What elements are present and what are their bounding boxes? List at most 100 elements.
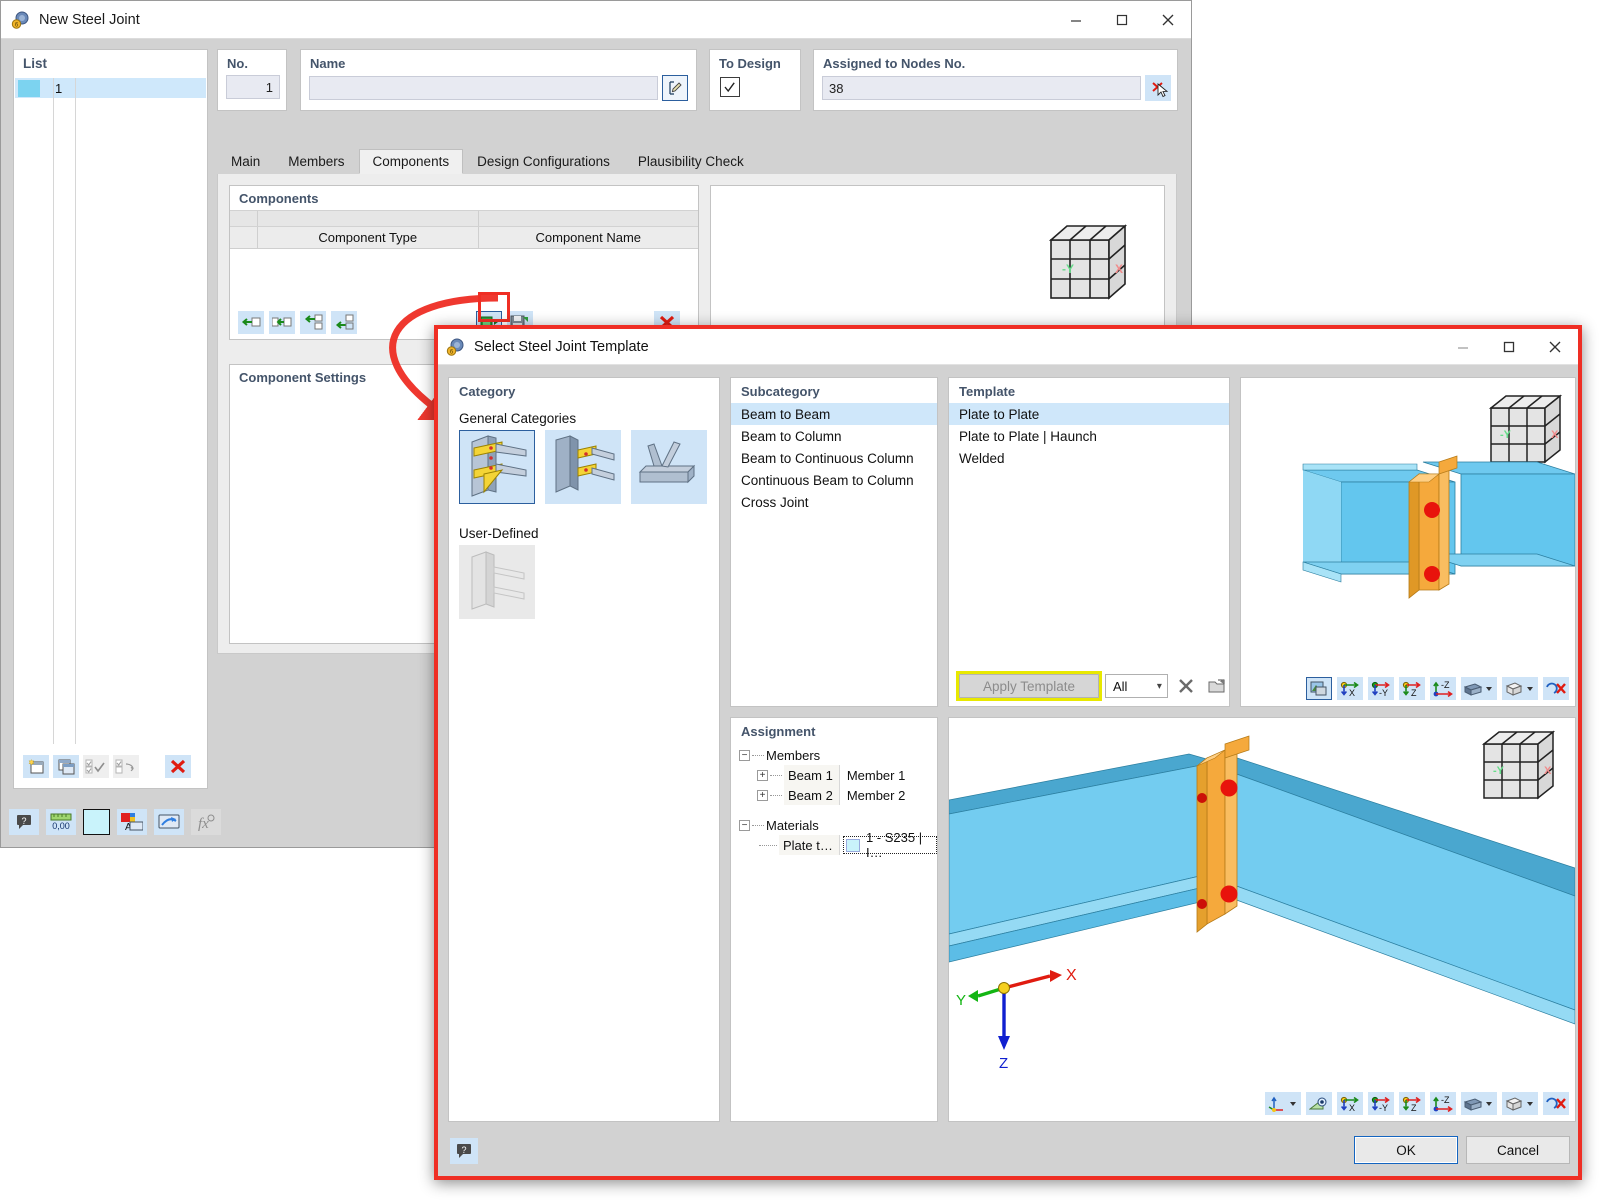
wireframe-icon[interactable]: [1502, 1092, 1538, 1115]
category-thumb-user-defined[interactable]: [459, 545, 535, 619]
wireframe-icon[interactable]: [1502, 677, 1538, 700]
ok-button[interactable]: OK: [1354, 1136, 1458, 1164]
move-down-left-icon[interactable]: [331, 311, 357, 334]
tab-components[interactable]: Components: [359, 149, 464, 174]
expander-icon[interactable]: +: [757, 790, 768, 801]
view-neg-y-icon[interactable]: -Y: [1368, 1092, 1394, 1115]
tree-row-key: Beam 2: [784, 785, 839, 805]
view-z-icon[interactable]: Z: [1399, 1092, 1425, 1115]
dialog-close-button[interactable]: [1532, 329, 1578, 365]
to-design-checkbox[interactable]: [720, 77, 740, 97]
edit-name-icon[interactable]: [662, 75, 688, 101]
template-item-plate-to-plate[interactable]: Plate to Plate: [949, 403, 1229, 425]
expander-icon[interactable]: −: [739, 750, 750, 761]
subcategory-list: Beam to Beam Beam to Column Beam to Cont…: [731, 403, 937, 513]
invert-check-icon[interactable]: [113, 755, 139, 778]
subcategory-item-beam-to-beam[interactable]: Beam to Beam: [731, 403, 937, 425]
formula-icon[interactable]: fx: [191, 809, 221, 835]
dialog-minimize-button[interactable]: [1440, 329, 1486, 365]
svg-text:X: X: [1066, 967, 1077, 984]
tree-row-plate-material[interactable]: Plate t… 1 - S235 | I…: [731, 835, 937, 855]
move-up-left-icon[interactable]: [300, 311, 326, 334]
material-label: 1 - S235 | I…: [866, 830, 932, 860]
delete-template-icon[interactable]: [1174, 674, 1199, 698]
no-input[interactable]: 1: [226, 75, 280, 99]
move-left-icon[interactable]: [238, 311, 264, 334]
category-thumb-frame-joint[interactable]: [459, 430, 535, 504]
joint-preview-3d[interactable]: -Y X: [948, 717, 1576, 1122]
subcategory-item-cross-joint[interactable]: Cross Joint: [731, 491, 937, 513]
expander-icon[interactable]: +: [757, 770, 768, 781]
components-table-body[interactable]: [230, 249, 698, 309]
view-neg-z-icon[interactable]: -Z: [1430, 677, 1456, 700]
chevron-down-icon: ▾: [1157, 681, 1162, 692]
expander-icon[interactable]: −: [739, 820, 750, 831]
clear-selection-icon[interactable]: [1543, 677, 1569, 700]
template-label: Template: [949, 378, 1229, 403]
tab-main[interactable]: Main: [217, 149, 274, 174]
material-chip[interactable]: 1 - S235 | I…: [843, 836, 937, 854]
display-properties-icon[interactable]: [154, 809, 184, 835]
view-x-icon[interactable]: X: [1337, 1092, 1363, 1115]
render-mode-icon[interactable]: [1306, 677, 1332, 700]
material-color-swatch: [846, 839, 860, 852]
tab-members[interactable]: Members: [274, 149, 358, 174]
shading-icon[interactable]: [1461, 1092, 1497, 1115]
color-swatch-icon[interactable]: [83, 809, 110, 835]
tree-row-value-cell[interactable]: 1 - S235 | I…: [839, 835, 937, 855]
subcategory-label: Subcategory: [731, 378, 937, 403]
components-table-bandrow: [230, 210, 698, 227]
help-icon[interactable]: ?: [9, 809, 39, 835]
preview-bottom-toolbar: X -Y Z -Z: [1265, 1092, 1569, 1115]
svg-text:0,00: 0,00: [52, 821, 70, 831]
minimize-button[interactable]: [1053, 1, 1099, 39]
subcategory-item-beam-to-column[interactable]: Beam to Column: [731, 425, 937, 447]
tree-row-key: Plate t…: [779, 835, 839, 855]
name-input[interactable]: [309, 76, 658, 100]
apply-template-button[interactable]: Apply Template: [959, 674, 1099, 698]
close-button[interactable]: [1145, 1, 1191, 39]
import-template-icon[interactable]: [1204, 674, 1229, 698]
tab-design-configurations[interactable]: Design Configurations: [463, 149, 624, 174]
components-box: Components Component Type Component Name: [229, 185, 699, 340]
tree-row-value[interactable]: Member 2: [839, 785, 937, 805]
svg-text:-Z: -Z: [1441, 681, 1450, 690]
list-item[interactable]: 1: [15, 78, 206, 98]
shading-icon[interactable]: [1461, 677, 1497, 700]
visibility-icon[interactable]: [1306, 1092, 1332, 1115]
maximize-button[interactable]: [1099, 1, 1145, 39]
render-settings-icon[interactable]: A: [117, 809, 147, 835]
move-left-all-icon[interactable]: [269, 311, 295, 334]
tree-row-beam1[interactable]: + Beam 1 Member 1: [731, 765, 937, 785]
axis-display-icon[interactable]: [1265, 1092, 1301, 1115]
units-icon[interactable]: 0,00: [46, 809, 76, 835]
category-thumb-beam-to-column[interactable]: [545, 430, 621, 504]
subcategory-item-continuous-beam-to-column[interactable]: Continuous Beam to Column: [731, 469, 937, 491]
category-thumb-hollow-section-joint[interactable]: [631, 430, 707, 504]
new-icon[interactable]: [23, 755, 49, 778]
copy-icon[interactable]: [53, 755, 79, 778]
view-z-icon[interactable]: Z: [1399, 677, 1425, 700]
tab-plausibility-check[interactable]: Plausibility Check: [624, 149, 758, 174]
cancel-button[interactable]: Cancel: [1466, 1136, 1570, 1164]
nodes-input[interactable]: 38: [822, 76, 1141, 100]
template-item-welded[interactable]: Welded: [949, 447, 1229, 469]
view-neg-z-icon[interactable]: -Z: [1430, 1092, 1456, 1115]
template-filter-select[interactable]: All ▾: [1105, 674, 1168, 698]
tree-row-value[interactable]: Member 1: [839, 765, 937, 785]
clear-selection-icon[interactable]: [1543, 1092, 1569, 1115]
list-label: List: [14, 50, 207, 75]
tree-row-beam2[interactable]: + Beam 2 Member 2: [731, 785, 937, 805]
check-all-icon[interactable]: [83, 755, 109, 778]
dialog-maximize-button[interactable]: [1486, 329, 1532, 365]
view-x-icon[interactable]: X: [1337, 677, 1363, 700]
help-icon[interactable]: ?: [450, 1138, 478, 1164]
template-item-plate-to-plate-haunch[interactable]: Plate to Plate | Haunch: [949, 425, 1229, 447]
subcategory-item-beam-to-continuous-column[interactable]: Beam to Continuous Column: [731, 447, 937, 469]
delete-icon[interactable]: [165, 755, 191, 778]
tree-group-members[interactable]: − Members: [731, 745, 937, 765]
view-neg-y-icon[interactable]: -Y: [1368, 677, 1394, 700]
clear-nodes-icon[interactable]: [1145, 75, 1171, 101]
category-panel: Category General Categories: [448, 377, 720, 1122]
template-preview-3d[interactable]: -Y X: [1240, 377, 1576, 707]
